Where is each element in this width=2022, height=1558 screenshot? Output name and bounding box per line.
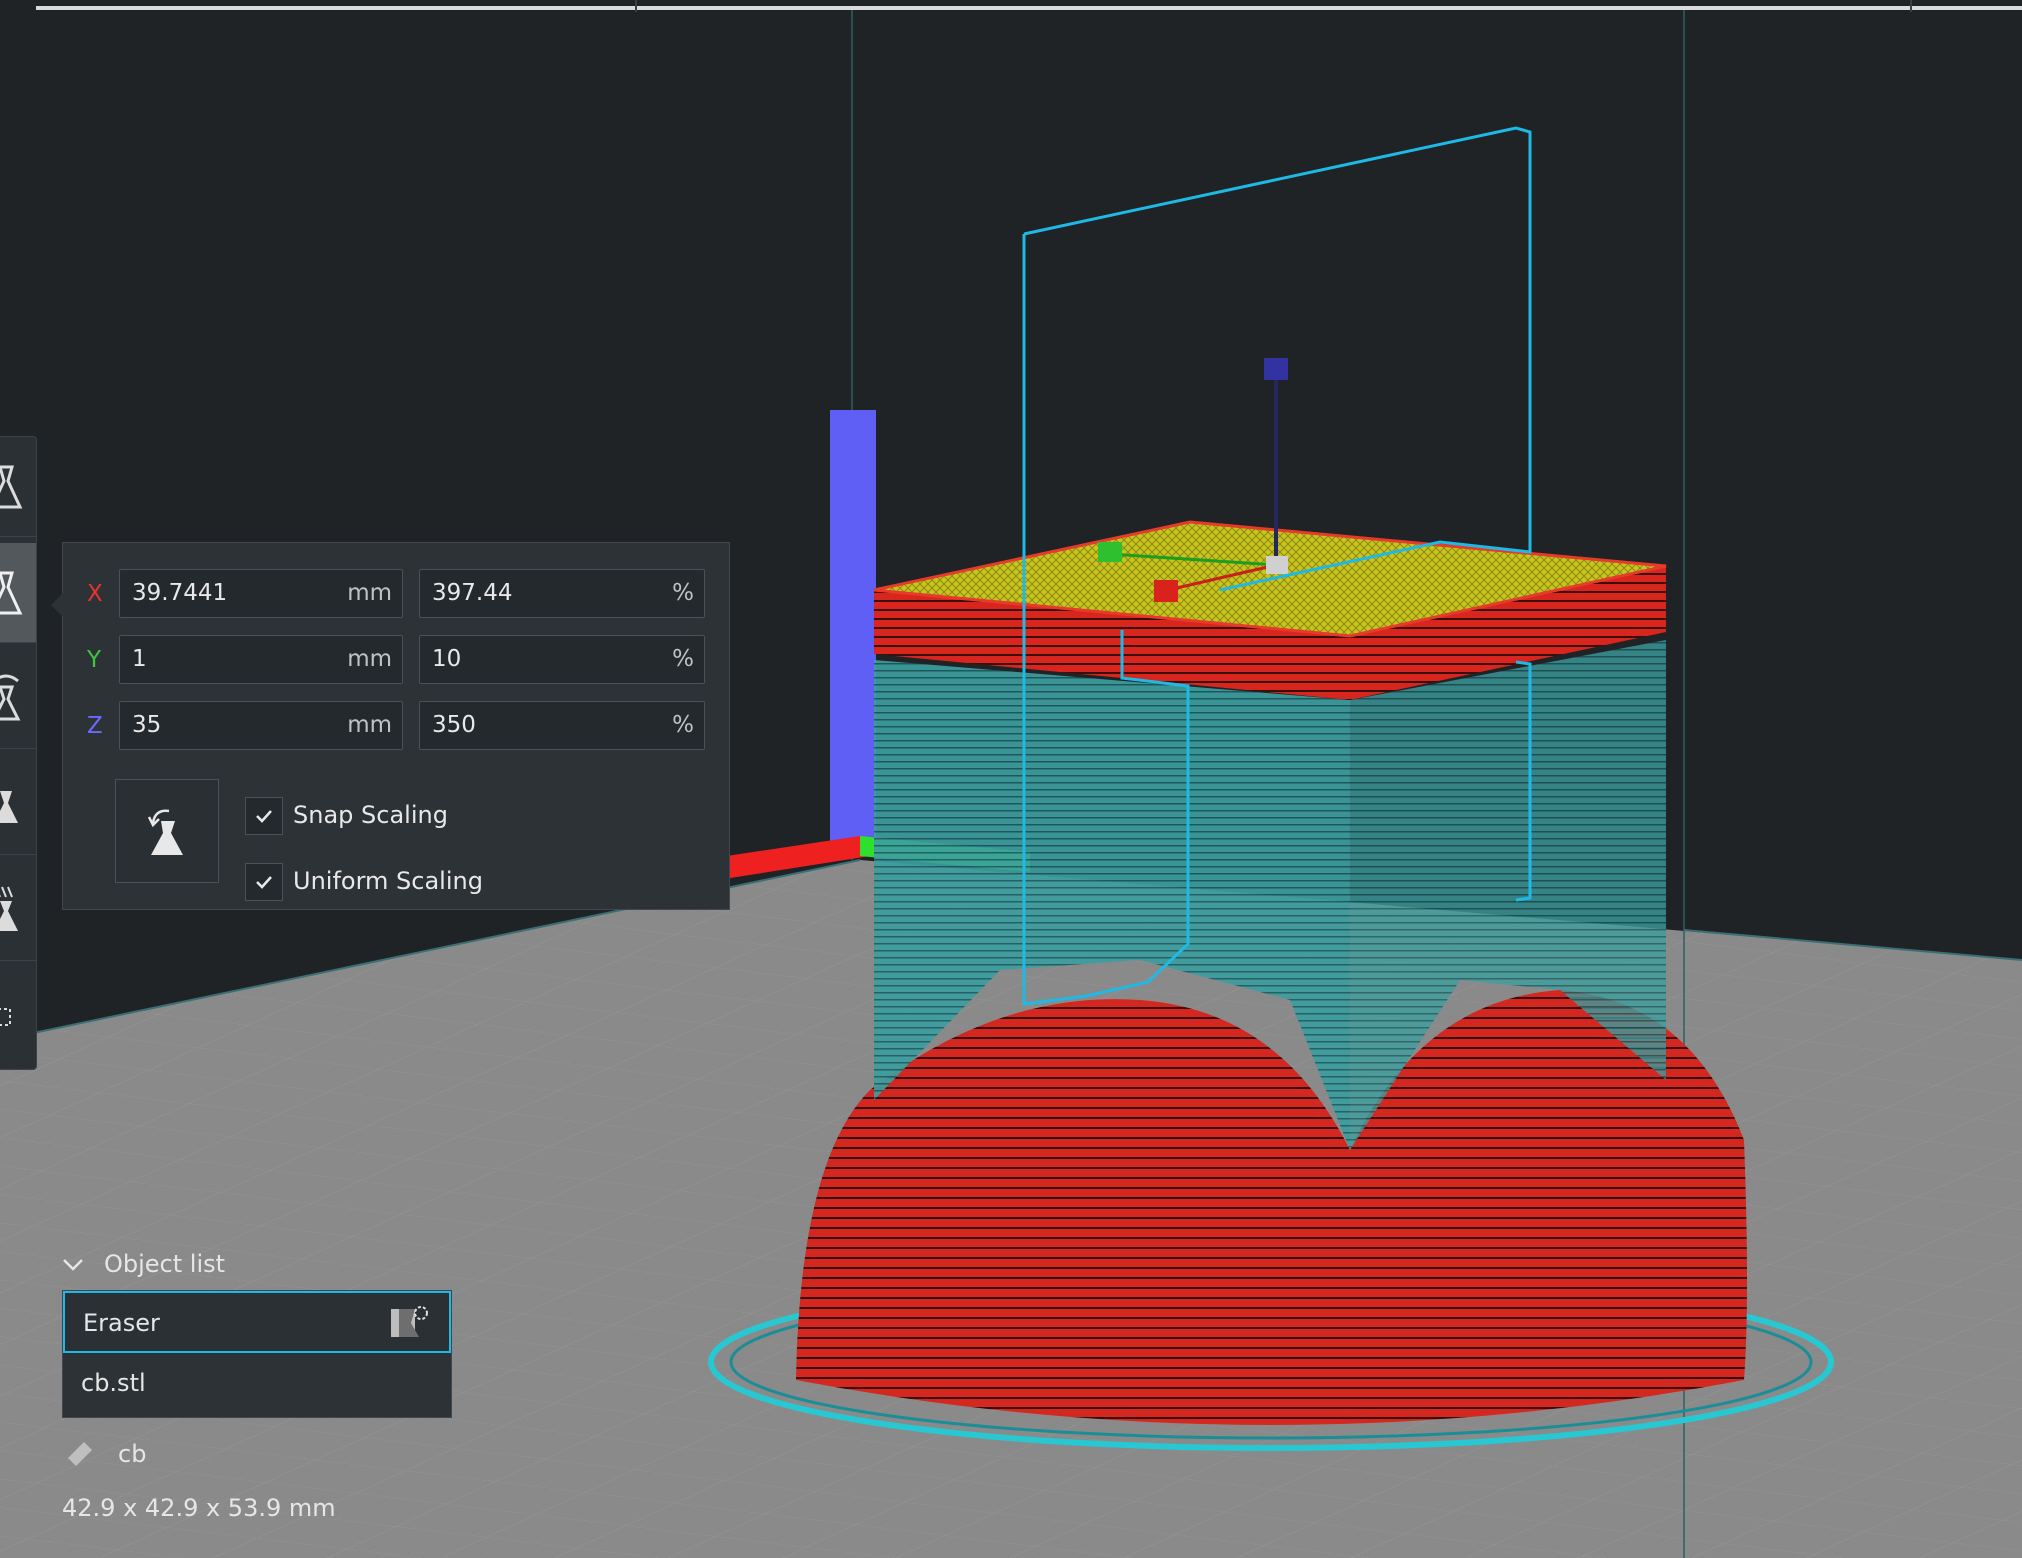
y-mm-input[interactable]: 1 mm (119, 635, 403, 684)
uniform-scaling-checkbox[interactable] (245, 863, 283, 901)
x-percent-input[interactable]: 397.44 % (419, 569, 705, 618)
mirror-tool-icon (0, 790, 18, 823)
pencil-icon (66, 1442, 92, 1466)
object-list: Eraser cb.stl (62, 1290, 452, 1418)
move-tool-button[interactable] (0, 437, 36, 537)
checkmark-icon (256, 876, 272, 889)
object-list-toggle[interactable]: Object list (62, 1250, 225, 1278)
object-list-item[interactable]: cb.stl (63, 1353, 451, 1415)
x-mm-value: 39.7441 (132, 580, 228, 606)
x-percent-unit: % (672, 580, 694, 606)
y-axis-label: Y (87, 647, 102, 673)
support-blocker-icon (0, 1008, 11, 1026)
object-dimensions: 42.9 x 42.9 x 53.9 mm (62, 1494, 336, 1522)
z-mm-unit: mm (347, 712, 392, 738)
y-percent-input[interactable]: 10 % (419, 635, 705, 684)
z-percent-unit: % (672, 712, 694, 738)
top-bar-separator (635, 0, 637, 12)
selected-object-name: cb (118, 1440, 147, 1468)
z-mm-input[interactable]: 35 mm (119, 701, 403, 750)
object-list-item[interactable]: Eraser (63, 1291, 451, 1353)
z-axis-bar (830, 410, 876, 850)
y-percent-value: 10 (432, 646, 462, 672)
z-percent-value: 350 (432, 712, 476, 738)
support-blocker-button[interactable] (0, 967, 36, 1067)
z-axis-label: Z (87, 713, 103, 739)
object-name: cb.stl (81, 1369, 146, 1397)
move-tool-icon (0, 465, 23, 508)
y-mm-value: 1 (132, 646, 147, 672)
z-percent-input[interactable]: 350 % (419, 701, 705, 750)
top-bar-separator (1910, 0, 1912, 12)
rotate-tool-button[interactable] (0, 649, 36, 749)
per-model-settings-button[interactable] (0, 861, 36, 961)
scale-tool-icon (0, 571, 23, 614)
x-percent-value: 397.44 (432, 580, 513, 606)
scale-tool-button[interactable] (0, 543, 36, 643)
mirror-tool-button[interactable] (0, 755, 36, 855)
x-mm-unit: mm (347, 580, 392, 606)
object-name: Eraser (83, 1309, 160, 1337)
scale-reset-icon (147, 809, 183, 855)
per-model-settings-icon (0, 886, 13, 897)
eraser-mesh-icon (391, 1306, 428, 1337)
y-percent-unit: % (672, 646, 694, 672)
chevron-down-icon (63, 1259, 83, 1271)
checkmark-icon (256, 810, 272, 823)
y-mm-unit: mm (347, 646, 392, 672)
z-mm-value: 35 (132, 712, 162, 738)
reset-scale-button[interactable] (115, 779, 219, 883)
snap-scaling-label: Snap Scaling (293, 801, 448, 829)
tool-sidebar (0, 436, 37, 1070)
x-axis-label: X (87, 581, 103, 607)
object-name-row[interactable]: cb (62, 1440, 146, 1470)
top-bar-divider (36, 6, 2022, 10)
rotate-tool-icon (0, 674, 19, 682)
snap-scaling-checkbox[interactable] (245, 797, 283, 835)
scale-tool-panel: X 39.7441 mm 397.44 % Y 1 mm 10 % Z 35 m… (51, 542, 730, 910)
panel-pointer (51, 593, 63, 617)
object-list-title: Object list (104, 1250, 226, 1278)
x-mm-input[interactable]: 39.7441 mm (119, 569, 403, 618)
uniform-scaling-label: Uniform Scaling (293, 867, 483, 895)
